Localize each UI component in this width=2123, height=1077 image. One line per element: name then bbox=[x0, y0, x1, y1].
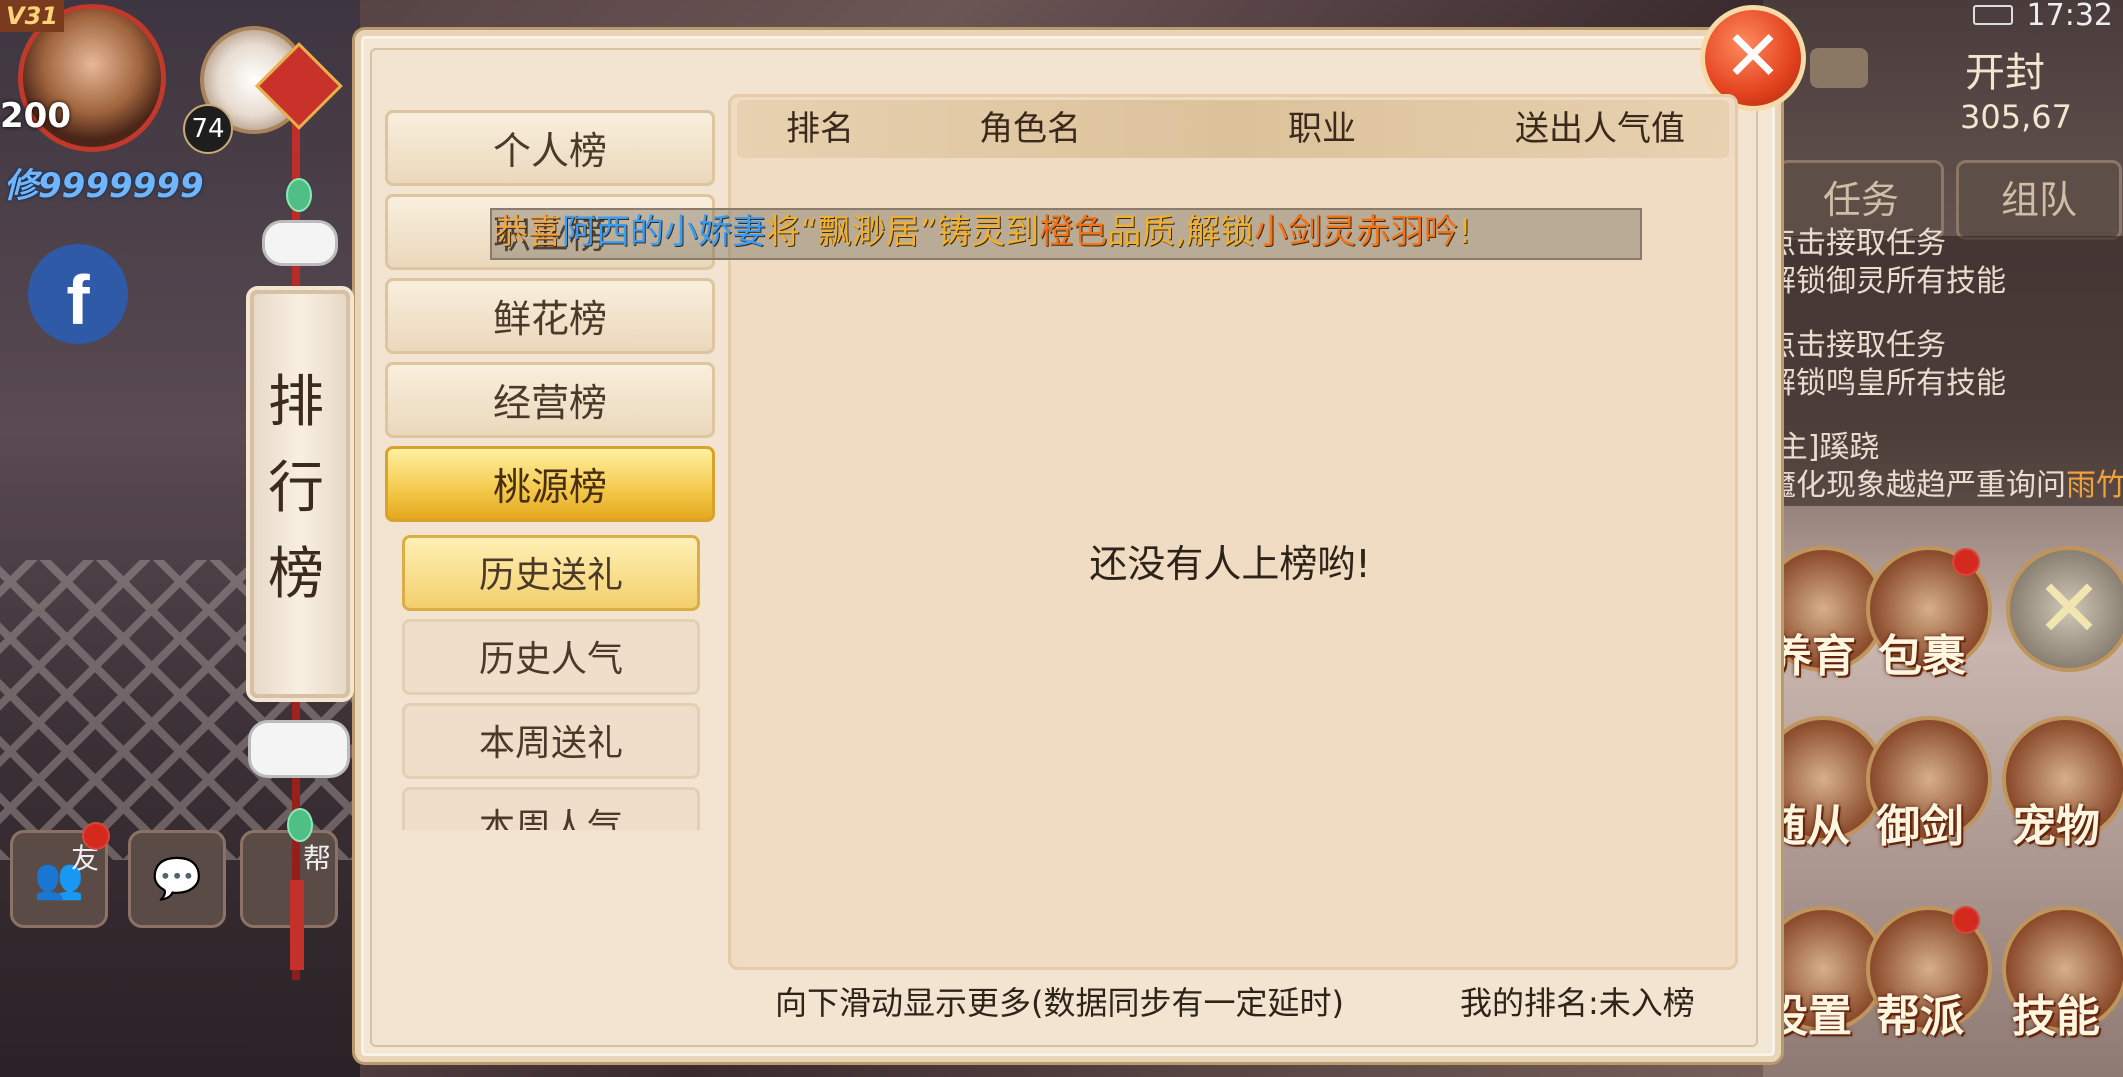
my-rank-label: 我的排名: bbox=[1460, 984, 1599, 1022]
col-role-name: 角色名 bbox=[979, 109, 1081, 149]
sub-history-gift[interactable]: 历史送礼 bbox=[402, 535, 700, 611]
scroll-hint: 向下滑动显示更多(数据同步有一定延时) bbox=[775, 984, 1344, 1022]
close-menu-button[interactable]: ✕ bbox=[2006, 546, 2123, 672]
panel-title: 排 行 榜 bbox=[250, 360, 342, 618]
nav-personal[interactable]: 个人榜 bbox=[385, 110, 715, 186]
system-broadcast-text: 恭喜阿西的小娇妻将“飘渺居”铸灵到橙色品质,解锁小剑灵赤羽吟! bbox=[494, 209, 1472, 255]
chat-button[interactable]: 💬 bbox=[128, 830, 226, 928]
sub-history-popularity[interactable]: 历史人气 bbox=[402, 619, 700, 695]
nav-business[interactable]: 经营榜 bbox=[385, 362, 715, 438]
broadcast-segment: 将“飘渺居”铸灵到 bbox=[766, 212, 1040, 252]
col-popularity: 送出人气值 bbox=[1515, 109, 1685, 149]
broadcast-segment: 小剑灵赤羽吟 bbox=[1254, 212, 1459, 252]
pet-level: 74 bbox=[183, 104, 233, 154]
nav-taoyuan[interactable]: 桃源榜 bbox=[385, 446, 715, 522]
close-x-icon: ✕ bbox=[1723, 15, 1783, 97]
skills-label: 技能 bbox=[2012, 991, 2100, 1042]
task-line: 解锁鸣皇所有技能 bbox=[1766, 366, 2006, 401]
col-profession: 职业 bbox=[1288, 109, 1356, 149]
cloud-ornament-icon bbox=[248, 720, 350, 778]
cloud-ornament-icon bbox=[262, 220, 338, 266]
player-level: 200 bbox=[0, 96, 71, 136]
task-line: 解锁御灵所有技能 bbox=[1766, 264, 2006, 299]
bag-label: 包裹 bbox=[1878, 631, 1966, 682]
broadcast-segment: ! bbox=[1458, 212, 1472, 252]
map-coordinates: 305,67 bbox=[1960, 98, 2072, 136]
sub-week-gift[interactable]: 本周送礼 bbox=[402, 703, 700, 779]
task-text: 魔化现象越趋严重询问 bbox=[1766, 468, 2066, 503]
jade-bead-icon bbox=[286, 178, 312, 212]
broadcast-segment: 恭喜 bbox=[494, 212, 562, 252]
battery-icon bbox=[1972, 5, 2013, 25]
nurture-label: 养育 bbox=[1768, 631, 1856, 682]
my-rank: 我的排名:未入榜 bbox=[1460, 982, 1695, 1024]
facebook-icon[interactable]: f bbox=[28, 244, 128, 344]
task-line: 魔化现象越趋严重询问雨竹 bbox=[1766, 460, 2123, 504]
gang-chat-button[interactable]: 帮 bbox=[240, 830, 338, 928]
task-npc-name: 雨竹 bbox=[2066, 468, 2123, 503]
clock: 17:32 bbox=[2026, 0, 2113, 33]
empty-state-message: 还没有人上榜哟! bbox=[1089, 542, 1371, 586]
col-rank: 排名 bbox=[786, 109, 854, 149]
notification-dot bbox=[1952, 548, 1980, 576]
my-rank-value: 未入榜 bbox=[1598, 984, 1695, 1022]
pet-label: 宠物 bbox=[2012, 801, 2100, 852]
chat-bubble-icon: 💬 bbox=[152, 856, 202, 902]
gang-label: 帮派 bbox=[1876, 991, 1964, 1042]
vip-badge: V31 bbox=[0, 0, 64, 32]
broadcast-segment: 阿西的小娇妻 bbox=[562, 212, 766, 252]
sub-nav-list[interactable]: 历史送礼 历史人气 本周送礼 本周人气 bbox=[395, 535, 710, 830]
title-char: 榜 bbox=[268, 542, 324, 607]
title-char: 排 bbox=[268, 370, 324, 435]
tassel-ornament bbox=[290, 880, 304, 970]
title-char: 行 bbox=[268, 456, 324, 521]
close-x-icon: ✕ bbox=[2035, 562, 2103, 655]
broadcast-segment: 橙色 bbox=[1039, 212, 1108, 252]
tab-team[interactable]: 组队 bbox=[1956, 160, 2122, 240]
nav-flower[interactable]: 鲜花榜 bbox=[385, 278, 715, 354]
notification-dot bbox=[82, 822, 110, 850]
jade-bead-icon bbox=[287, 808, 313, 842]
sub-week-popularity[interactable]: 本周人气 bbox=[402, 787, 700, 830]
system-status-bar: 17:32 bbox=[1972, 0, 2113, 33]
notification-dot bbox=[1952, 906, 1980, 934]
map-name[interactable]: 开封 bbox=[1965, 40, 2045, 98]
camera-icon[interactable] bbox=[1810, 48, 1868, 88]
cultivation-value: 修9999999 bbox=[4, 166, 204, 206]
broadcast-segment: 品质,解锁 bbox=[1107, 212, 1255, 252]
sword-label: 御剑 bbox=[1876, 801, 1964, 852]
